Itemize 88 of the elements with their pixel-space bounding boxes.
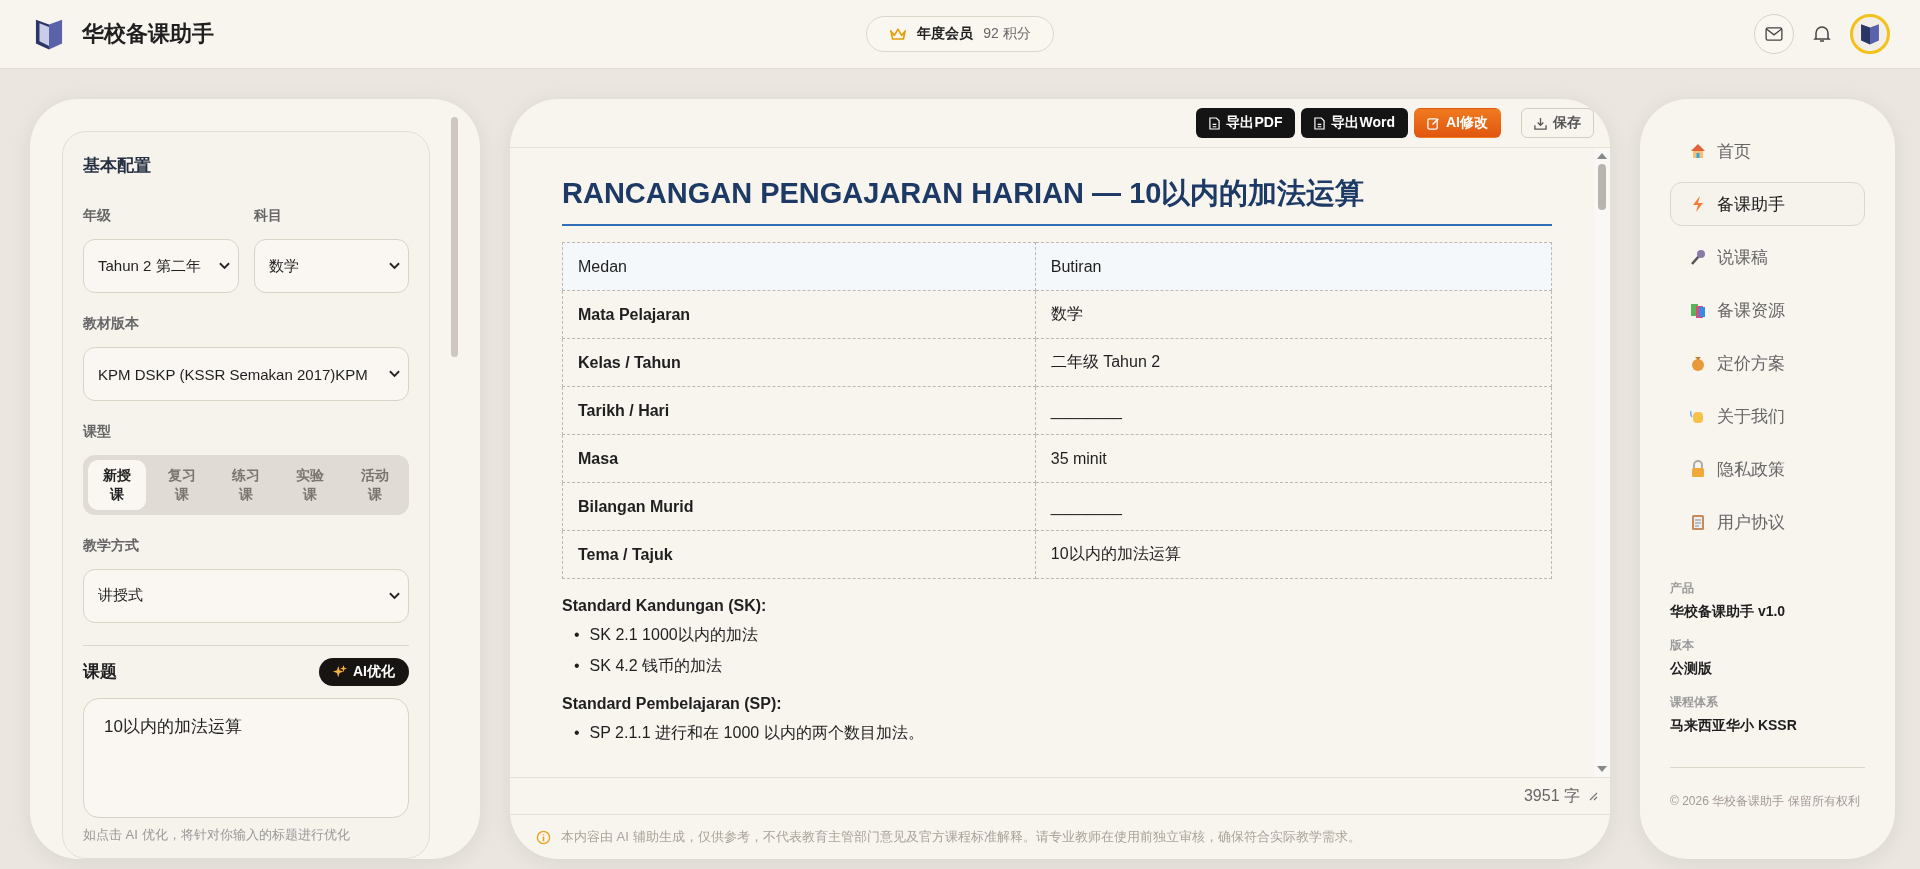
field-label: 年级 xyxy=(83,207,112,225)
section-title: 基本配置 xyxy=(83,155,152,177)
table-cell: 35 minit xyxy=(1035,434,1552,483)
books-icon xyxy=(1689,301,1707,319)
table-cell: ________ xyxy=(1035,386,1552,435)
nav-item[interactable]: 隐私政策 xyxy=(1670,447,1865,491)
field-label: 课型 xyxy=(83,423,112,441)
dropdown[interactable]: 讲授式 xyxy=(83,568,409,623)
microphone-icon xyxy=(1689,248,1707,266)
disclaimer-text: 本内容由 AI 辅助生成，仅供参考，不代表教育主管部门意见及官方课程标准解释。请专业教师在使用前独立审核，确保符合实际教学需求。 xyxy=(561,828,1361,846)
field-label: 教学方式 xyxy=(83,536,140,555)
scroll-down-icon[interactable] xyxy=(1597,765,1607,773)
avatar[interactable] xyxy=(1850,14,1890,54)
table-cell: Tarikh / Hari xyxy=(562,386,1036,435)
list-item: SK 4.2 钱币的加法 xyxy=(589,655,723,676)
points-count: 92 积分 xyxy=(983,25,1031,43)
topic-input[interactable]: 10以内的加法运算 xyxy=(83,697,409,818)
mail-icon xyxy=(1765,27,1783,41)
table-header-cell: Butiran xyxy=(1035,242,1552,291)
nav-item[interactable]: 首页 xyxy=(1670,129,1865,173)
chevron-down-icon xyxy=(389,370,400,378)
hint-text: 如点击 AI 优化，将针对你输入的标题进行优化 xyxy=(83,825,351,844)
scrollbar-thumb[interactable] xyxy=(1598,164,1606,210)
bullet: • xyxy=(574,722,580,743)
lock-icon xyxy=(1689,460,1707,478)
info-icon xyxy=(536,829,551,845)
sparkle-icon xyxy=(333,664,347,679)
chevron-down-icon xyxy=(389,591,400,600)
document-icon xyxy=(1209,116,1221,130)
scrollbar[interactable] xyxy=(451,117,458,357)
table-cell: 数学 xyxy=(1035,290,1552,339)
section-heading: Standard Kandungan (SK): xyxy=(562,597,768,615)
table-cell: Tema / Tajuk xyxy=(562,530,1036,579)
dropdown[interactable]: KPM DSKP (KSSR Semakan 2017)KPM xyxy=(83,347,409,401)
ai-optimize-button[interactable]: AI优化 xyxy=(319,657,409,686)
crown-icon xyxy=(889,26,908,42)
edit-icon xyxy=(1427,116,1440,130)
bell-icon[interactable] xyxy=(1812,24,1832,44)
table-cell: Masa xyxy=(562,434,1036,483)
table-cell: Mata Pelajaran xyxy=(562,290,1036,339)
info-label: 课程体系 xyxy=(1670,694,1719,711)
field-label: 教材版本 xyxy=(83,315,140,333)
table-cell: Kelas / Tahun xyxy=(562,338,1036,387)
nav-item[interactable]: 用户协议 xyxy=(1670,500,1865,544)
membership-label: 年度会员 xyxy=(917,25,974,43)
chevron-down-icon xyxy=(389,262,400,270)
info-label: 产品 xyxy=(1670,580,1695,597)
info-value: 华校备课助手 v1.0 xyxy=(1670,603,1787,621)
app-name: 华校备课助手 xyxy=(82,20,214,48)
download-icon xyxy=(1534,116,1547,130)
info-label: 版本 xyxy=(1670,637,1695,654)
nav-item[interactable]: 关于我们 xyxy=(1670,394,1865,438)
clipboard-icon xyxy=(1689,513,1707,531)
bullet: • xyxy=(574,655,580,676)
toolbar-button[interactable]: 导出Word xyxy=(1301,108,1408,138)
chevron-down-icon xyxy=(218,262,230,270)
money-bag-icon xyxy=(1689,354,1707,372)
word-count: 3951 字 xyxy=(1523,785,1580,806)
info-value: 马来西亚华小 KSSR xyxy=(1670,717,1798,735)
nav-item[interactable]: 备课助手 xyxy=(1670,182,1865,226)
nav-item[interactable]: 备课资源 xyxy=(1670,288,1865,332)
section-heading: Standard Pembelajaran (SP): xyxy=(562,694,783,713)
field-label: 科目 xyxy=(253,207,283,225)
document-icon xyxy=(1314,116,1326,130)
toolbar-button[interactable]: 导出PDF xyxy=(1196,108,1296,138)
list-item: SK 2.1 1000以内的加法 xyxy=(589,625,758,645)
dropdown[interactable]: Tahun 2 第二年 xyxy=(83,239,239,293)
table-cell: 10以内的加法运算 xyxy=(1035,530,1552,579)
nav-item[interactable]: 说课稿 xyxy=(1670,235,1865,279)
toolbar-button[interactable]: 保存 xyxy=(1521,108,1594,138)
membership-badge[interactable]: 年度会员 92 积分 xyxy=(866,16,1054,52)
field-label: 课题 xyxy=(83,661,117,684)
info-value: 公测版 xyxy=(1670,660,1713,678)
table-cell: ________ xyxy=(1035,482,1552,531)
lesson-type-option[interactable]: 新授课 xyxy=(88,460,147,510)
house-icon xyxy=(1689,142,1707,160)
list-item: SP 2.1.1 进行和在 1000 以内的两个数目加法。 xyxy=(589,722,924,743)
table-cell: 二年级 Tahun 2 xyxy=(1035,338,1552,387)
copyright-text: © 2026 华校备课助手 保留所有权利 xyxy=(1670,793,1861,810)
table-cell: Bilangan Murid xyxy=(562,482,1036,531)
bullet: • xyxy=(574,625,580,645)
document-title: RANCANGAN PENGAJARAN HARIAN — 10以内的加法运算 xyxy=(562,174,1552,226)
dropdown[interactable]: 数学 xyxy=(253,239,409,293)
nav-item[interactable]: 定价方案 xyxy=(1670,341,1865,385)
table-header-cell: Medan xyxy=(562,242,1036,291)
resize-handle-icon[interactable] xyxy=(1588,791,1598,801)
mail-button[interactable] xyxy=(1754,14,1794,54)
scroll-up-icon[interactable] xyxy=(1597,152,1607,160)
